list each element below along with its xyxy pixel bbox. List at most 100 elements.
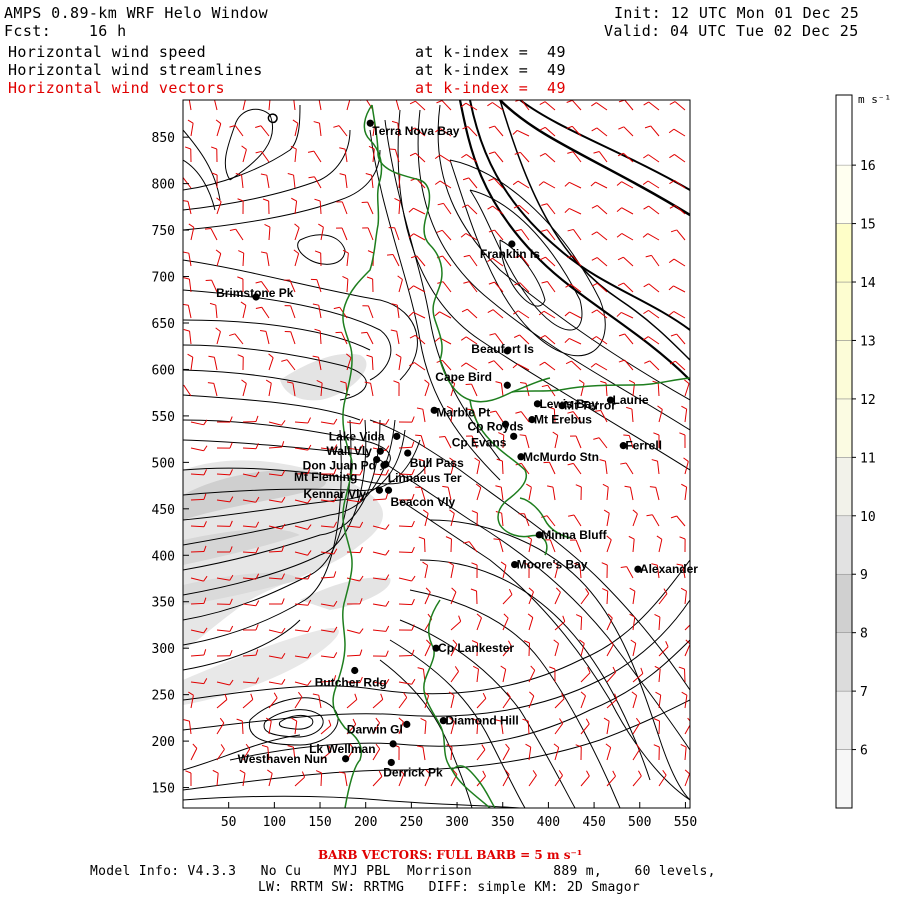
- location-label: Diamond Hill: [445, 714, 518, 728]
- wind-barb: [268, 383, 272, 397]
- wind-barb-flag: [541, 384, 548, 388]
- wind-barb: [502, 669, 507, 683]
- wind-barb-flag: [616, 233, 623, 238]
- colorbar-label: 10: [860, 510, 876, 525]
- wind-barb-flag: [385, 493, 389, 500]
- y-tick-label: 700: [152, 271, 175, 286]
- wind-barb-flag: [210, 146, 217, 150]
- wind-barb-flag: [307, 680, 312, 686]
- wind-speed-shading: [183, 353, 391, 705]
- wind-barb-flag: [585, 718, 590, 725]
- wind-barb: [623, 126, 634, 137]
- wind-barb-flag: [530, 665, 536, 671]
- wind-barb: [320, 227, 324, 241]
- wind-barb-flag: [281, 420, 286, 426]
- location-dot: [382, 460, 390, 468]
- wind-barb-flag: [591, 204, 598, 209]
- wind-barb-flag: [187, 119, 194, 124]
- wind-barb: [188, 100, 192, 111]
- wind-barb-flag: [420, 717, 427, 722]
- wind-barb: [476, 669, 480, 683]
- wind-barb-flag: [620, 566, 627, 568]
- wind-barb-flag: [207, 382, 214, 384]
- wind-barb: [647, 233, 660, 241]
- wind-barb: [580, 775, 590, 787]
- wind-barb: [320, 725, 332, 735]
- wind-barb: [268, 226, 271, 241]
- wind-barb-flag: [313, 96, 319, 97]
- y-tick-label: 250: [152, 689, 175, 704]
- wind-barb-flag: [678, 666, 685, 670]
- wind-barb: [580, 383, 585, 397]
- wind-barb-flag: [668, 258, 675, 264]
- wind-barb: [318, 123, 322, 137]
- wind-barb: [647, 180, 660, 189]
- wind-barb: [442, 255, 452, 267]
- wind-barb: [215, 305, 218, 319]
- wind-barb-flag: [375, 743, 381, 750]
- wind-barb-flag: [386, 253, 394, 256]
- wind-barb-flag: [255, 125, 262, 129]
- wind-barb: [398, 200, 401, 215]
- wind-barb: [190, 748, 198, 761]
- wind-barb: [183, 384, 192, 397]
- wind-barb-flag: [493, 538, 500, 540]
- wind-barb-flag: [631, 691, 637, 696]
- wind-barb: [318, 305, 322, 319]
- wind-barb-flag: [519, 434, 526, 436]
- wind-barb: [265, 331, 270, 345]
- wind-barb: [684, 643, 690, 657]
- wind-barb-flag: [474, 457, 480, 462]
- wind-barb-flag: [564, 181, 570, 187]
- location-dot: [375, 486, 384, 494]
- wind-barb-flag: [239, 769, 246, 774]
- wind-barb-flag: [558, 770, 563, 776]
- wind-barb: [632, 539, 635, 553]
- wind-barb: [318, 695, 322, 709]
- wind-barb-flag: [454, 666, 459, 672]
- wind-barb: [190, 654, 205, 657]
- wind-barb: [632, 775, 642, 787]
- x-tick-label: 50: [221, 815, 237, 830]
- location-label: Ferrell: [625, 439, 662, 453]
- wind-barb-flag: [539, 335, 546, 339]
- location-label: Cp Evans: [452, 435, 507, 449]
- wind-barb-flag: [209, 302, 216, 306]
- wind-barb: [398, 279, 403, 293]
- wind-barb-flag: [255, 306, 262, 310]
- wind-barb-flag: [422, 509, 429, 514]
- wind-barb-flag: [434, 337, 440, 343]
- wind-barb-flag: [606, 535, 612, 541]
- wind-barb-flag: [591, 309, 598, 314]
- wind-barb: [649, 360, 660, 371]
- wind-barb-flag: [281, 359, 288, 362]
- wind-barb: [476, 487, 482, 501]
- colorbar-swatch: [835, 164, 853, 224]
- wind-barb: [415, 100, 426, 111]
- wind-barb-flag: [434, 311, 440, 317]
- wind-barb-flag: [288, 96, 294, 98]
- wind-barb-flag: [260, 173, 267, 176]
- wind-barb: [476, 749, 486, 761]
- wind-barb: [554, 435, 559, 449]
- wind-barb-flag: [612, 666, 617, 673]
- wind-barb: [372, 776, 383, 787]
- wind-barb: [632, 643, 637, 657]
- wind-barb-flag: [385, 625, 390, 632]
- location-label: Minna Bluff: [541, 528, 607, 542]
- wind-barb: [544, 153, 556, 163]
- wind-barb: [450, 513, 455, 527]
- wind-barb-flag: [593, 151, 600, 154]
- wind-barb: [502, 774, 510, 787]
- wind-barb-flag: [515, 411, 522, 414]
- wind-barb-flag: [185, 770, 192, 774]
- location-markers: Terra Nova Bay Franklin Is Brimstone Pk Bea…: [216, 119, 698, 779]
- wind-barb-flag: [564, 311, 570, 317]
- wind-barb: [190, 498, 205, 501]
- wind-barb-flag: [553, 639, 559, 644]
- wind-barb-flag: [640, 667, 644, 674]
- wind-barb-flag: [681, 483, 687, 488]
- location-label: Franklin Is: [480, 247, 540, 261]
- y-tick-label: 150: [152, 782, 175, 797]
- wind-barb-flag: [656, 535, 663, 540]
